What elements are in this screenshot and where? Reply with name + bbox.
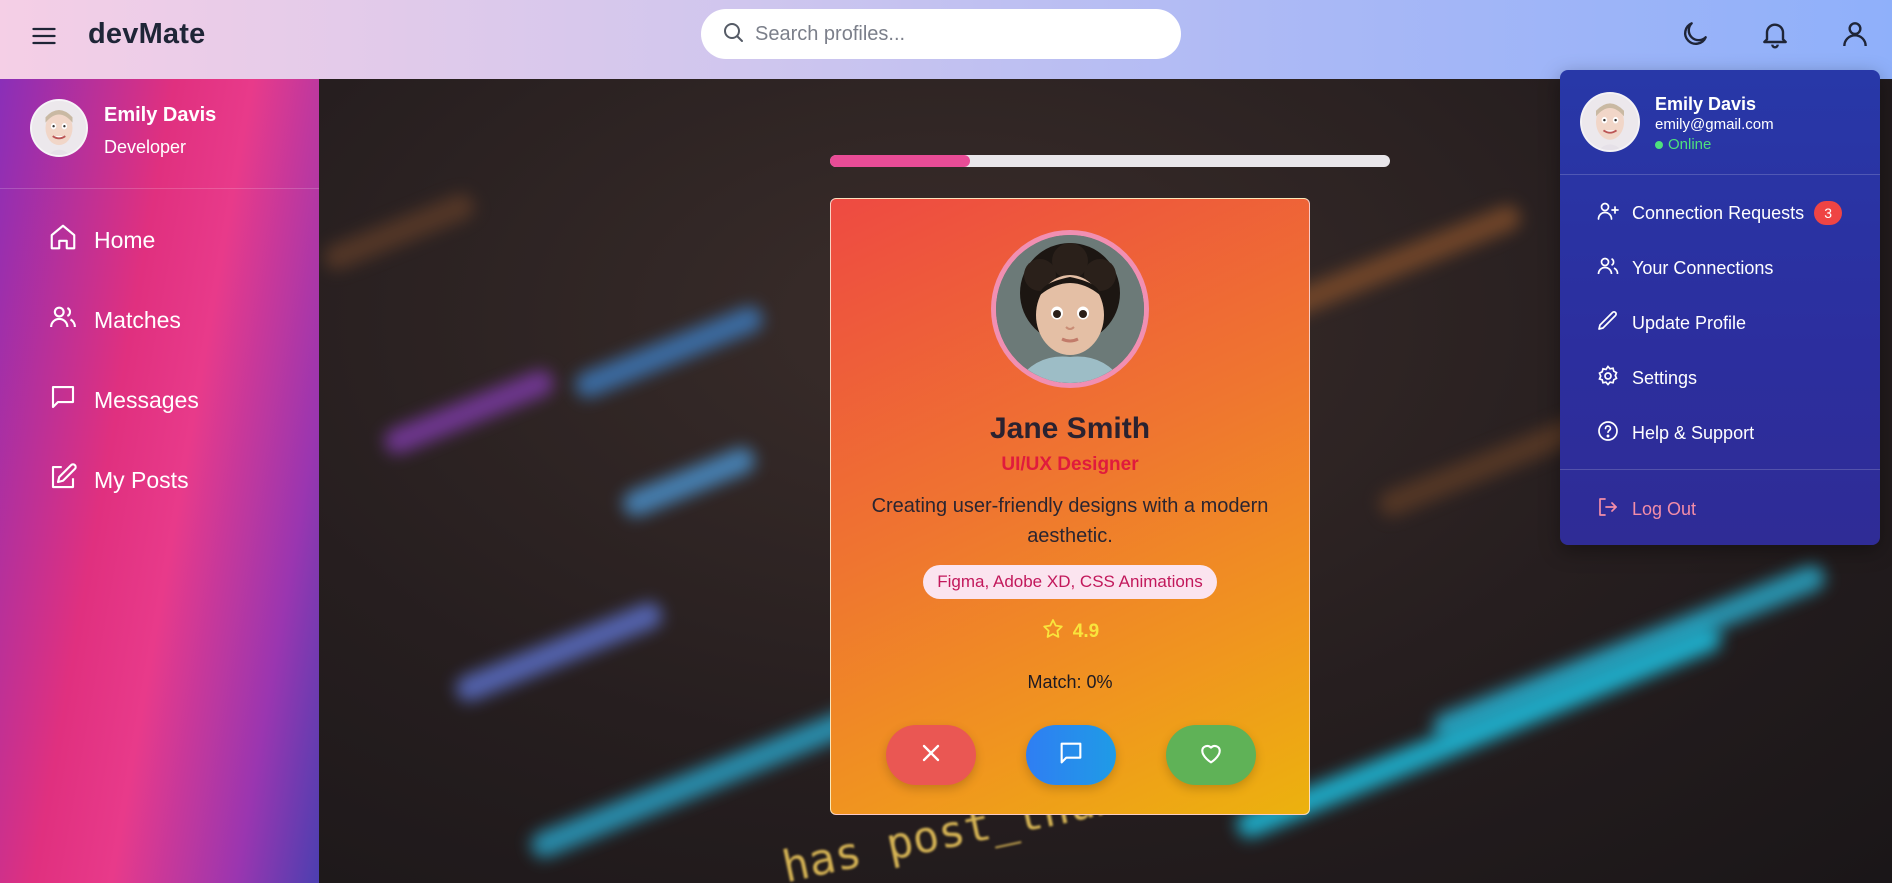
search-icon <box>721 20 745 49</box>
menu-item-update-profile[interactable]: Update Profile <box>1584 308 1746 338</box>
menu-item-settings[interactable]: Settings <box>1584 363 1697 393</box>
sidebar-user-name: Emily Davis <box>104 104 217 126</box>
profile-bio: Creating user-friendly designs with a mo… <box>871 495 1269 547</box>
app-logo[interactable]: devMate <box>88 18 205 51</box>
sidebar-item-messages[interactable]: Messages <box>32 380 199 420</box>
home-icon <box>48 222 78 258</box>
online-status: Online <box>1655 136 1711 153</box>
logout-button[interactable]: Log Out <box>1584 494 1696 524</box>
rating-value: 4.9 <box>1072 621 1100 642</box>
sidebar-item-matches[interactable]: Matches <box>32 300 181 340</box>
profile-photo <box>991 230 1149 388</box>
divider <box>1560 469 1880 470</box>
pass-button[interactable] <box>886 725 976 785</box>
menu-item-label: Settings <box>1632 367 1698 388</box>
search-input[interactable] <box>755 22 1155 46</box>
dropdown-user-email: emily@gmail.com <box>1655 116 1774 133</box>
sidebar-item-label: My Posts <box>94 466 189 493</box>
menu-item-your-connections[interactable]: Your Connections <box>1584 253 1773 283</box>
bell-icon[interactable] <box>1759 18 1791 50</box>
notification-badge: 3 <box>1814 201 1843 225</box>
users-icon <box>1596 254 1620 283</box>
heart-icon <box>1197 739 1225 772</box>
menu-icon[interactable] <box>30 22 58 50</box>
menu-item-label: Update Profile <box>1632 312 1747 333</box>
message-icon <box>1057 739 1085 772</box>
sidebar: Emily Davis Developer Home Matches Messa… <box>0 79 319 883</box>
profile-rating: 4.9 <box>831 617 1309 647</box>
sidebar-user-role: Developer <box>104 137 187 157</box>
menu-item-connection-requests[interactable]: Connection Requests 3 <box>1584 198 1843 228</box>
profile-progress-bar <box>830 155 1390 167</box>
user-plus-icon <box>1596 199 1620 228</box>
like-button[interactable] <box>1166 725 1256 785</box>
sidebar-item-label: Home <box>94 226 156 253</box>
menu-item-label: Connection Requests <box>1632 202 1805 223</box>
close-icon <box>917 739 945 772</box>
user-icon[interactable] <box>1839 18 1871 50</box>
progress-fill <box>830 155 970 167</box>
divider <box>1560 174 1880 175</box>
status-dot <box>1655 140 1663 149</box>
menu-item-label: Help & Support <box>1632 422 1755 443</box>
pencil-icon <box>1596 309 1620 338</box>
sidebar-item-label: Matches <box>94 306 181 333</box>
star-icon <box>1041 617 1065 647</box>
sidebar-item-home[interactable]: Home <box>32 220 155 260</box>
logout-icon <box>1596 495 1620 524</box>
sidebar-item-my-posts[interactable]: My Posts <box>32 460 189 500</box>
help-icon <box>1596 419 1620 448</box>
logout-label: Log Out <box>1632 498 1697 519</box>
profile-role: UI/UX Designer <box>1001 454 1139 475</box>
message-icon <box>48 382 78 418</box>
dropdown-user-name: Emily Davis <box>1655 94 1757 114</box>
avatar <box>30 99 88 157</box>
menu-item-help-support[interactable]: Help & Support <box>1584 418 1754 448</box>
sidebar-user[interactable]: Emily Davis Developer <box>0 79 319 189</box>
avatar <box>1580 92 1640 152</box>
search-bar[interactable] <box>701 9 1181 59</box>
edit-icon <box>48 462 78 498</box>
match-percentage: Match: 0% <box>1027 672 1113 692</box>
user-dropdown-menu: Emily Davis emily@gmail.com Online Conne… <box>1560 70 1880 545</box>
sidebar-item-label: Messages <box>94 386 199 413</box>
menu-item-label: Your Connections <box>1632 257 1774 278</box>
profile-card[interactable]: Jane Smith UI/UX Designer Creating user-… <box>830 198 1310 815</box>
profile-name: Jane Smith <box>989 412 1151 445</box>
status-text: Online <box>1668 136 1712 153</box>
skills-badge: Figma, Adobe XD, CSS Animations <box>923 565 1217 599</box>
top-header: devMate <box>0 0 1892 79</box>
gear-icon <box>1596 364 1620 393</box>
message-button[interactable] <box>1026 725 1116 785</box>
moon-icon[interactable] <box>1679 18 1711 50</box>
users-icon <box>48 302 78 338</box>
